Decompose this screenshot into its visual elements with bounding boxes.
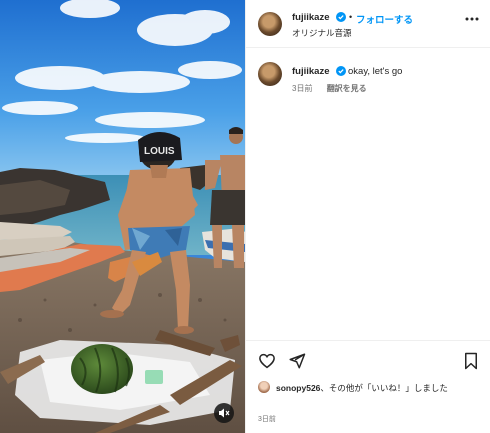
translate-link[interactable]: 翻訳を見る: [327, 84, 367, 93]
post-header: fujiikaze • フォローする オリジナル音源: [246, 0, 490, 48]
caption-username[interactable]: fujiikaze: [292, 66, 330, 77]
instagram-post-view: LOUIS fujiikaze • フォローする オリジナル音源 fujiika…: [0, 0, 490, 433]
header-username[interactable]: fujiikaze: [292, 12, 330, 23]
likes-text: sonopy526、その他が「いいね！」しました: [276, 382, 486, 395]
more-options-icon[interactable]: [464, 14, 480, 24]
hat-text: LOUIS: [144, 146, 175, 157]
profile-avatar[interactable]: [258, 12, 282, 36]
post-side-panel: fujiikaze • フォローする オリジナル音源 fujiikaze oka…: [245, 0, 490, 433]
mute-button[interactable]: [214, 403, 234, 423]
post-video[interactable]: LOUIS: [0, 0, 245, 433]
bookmark-icon[interactable]: [463, 352, 479, 370]
caption-avatar[interactable]: [258, 62, 282, 86]
liker-avatar[interactable]: [258, 381, 270, 393]
action-bar: [246, 340, 490, 380]
separator-dot: •: [349, 12, 353, 22]
liker-username[interactable]: sonopy526: [276, 383, 320, 393]
beach-scene: LOUIS: [0, 0, 245, 433]
likes-rest[interactable]: 、その他が「いいね！」しました: [320, 383, 448, 393]
audio-label[interactable]: オリジナル音源: [292, 27, 352, 39]
heart-icon[interactable]: [258, 352, 276, 370]
verified-badge-icon: [336, 12, 346, 22]
watermelon: [71, 344, 133, 394]
caption-text: okay, let's go: [348, 66, 403, 77]
follow-button[interactable]: フォローする: [356, 12, 413, 26]
caption-meta: 3日前 翻訳を見る: [292, 83, 367, 94]
caption-age: 3日前: [292, 84, 313, 93]
verified-badge-icon: [336, 66, 346, 76]
send-icon[interactable]: [288, 352, 306, 370]
post-timestamp: 3日前: [258, 416, 276, 423]
speaker-muted-icon: [219, 408, 230, 418]
